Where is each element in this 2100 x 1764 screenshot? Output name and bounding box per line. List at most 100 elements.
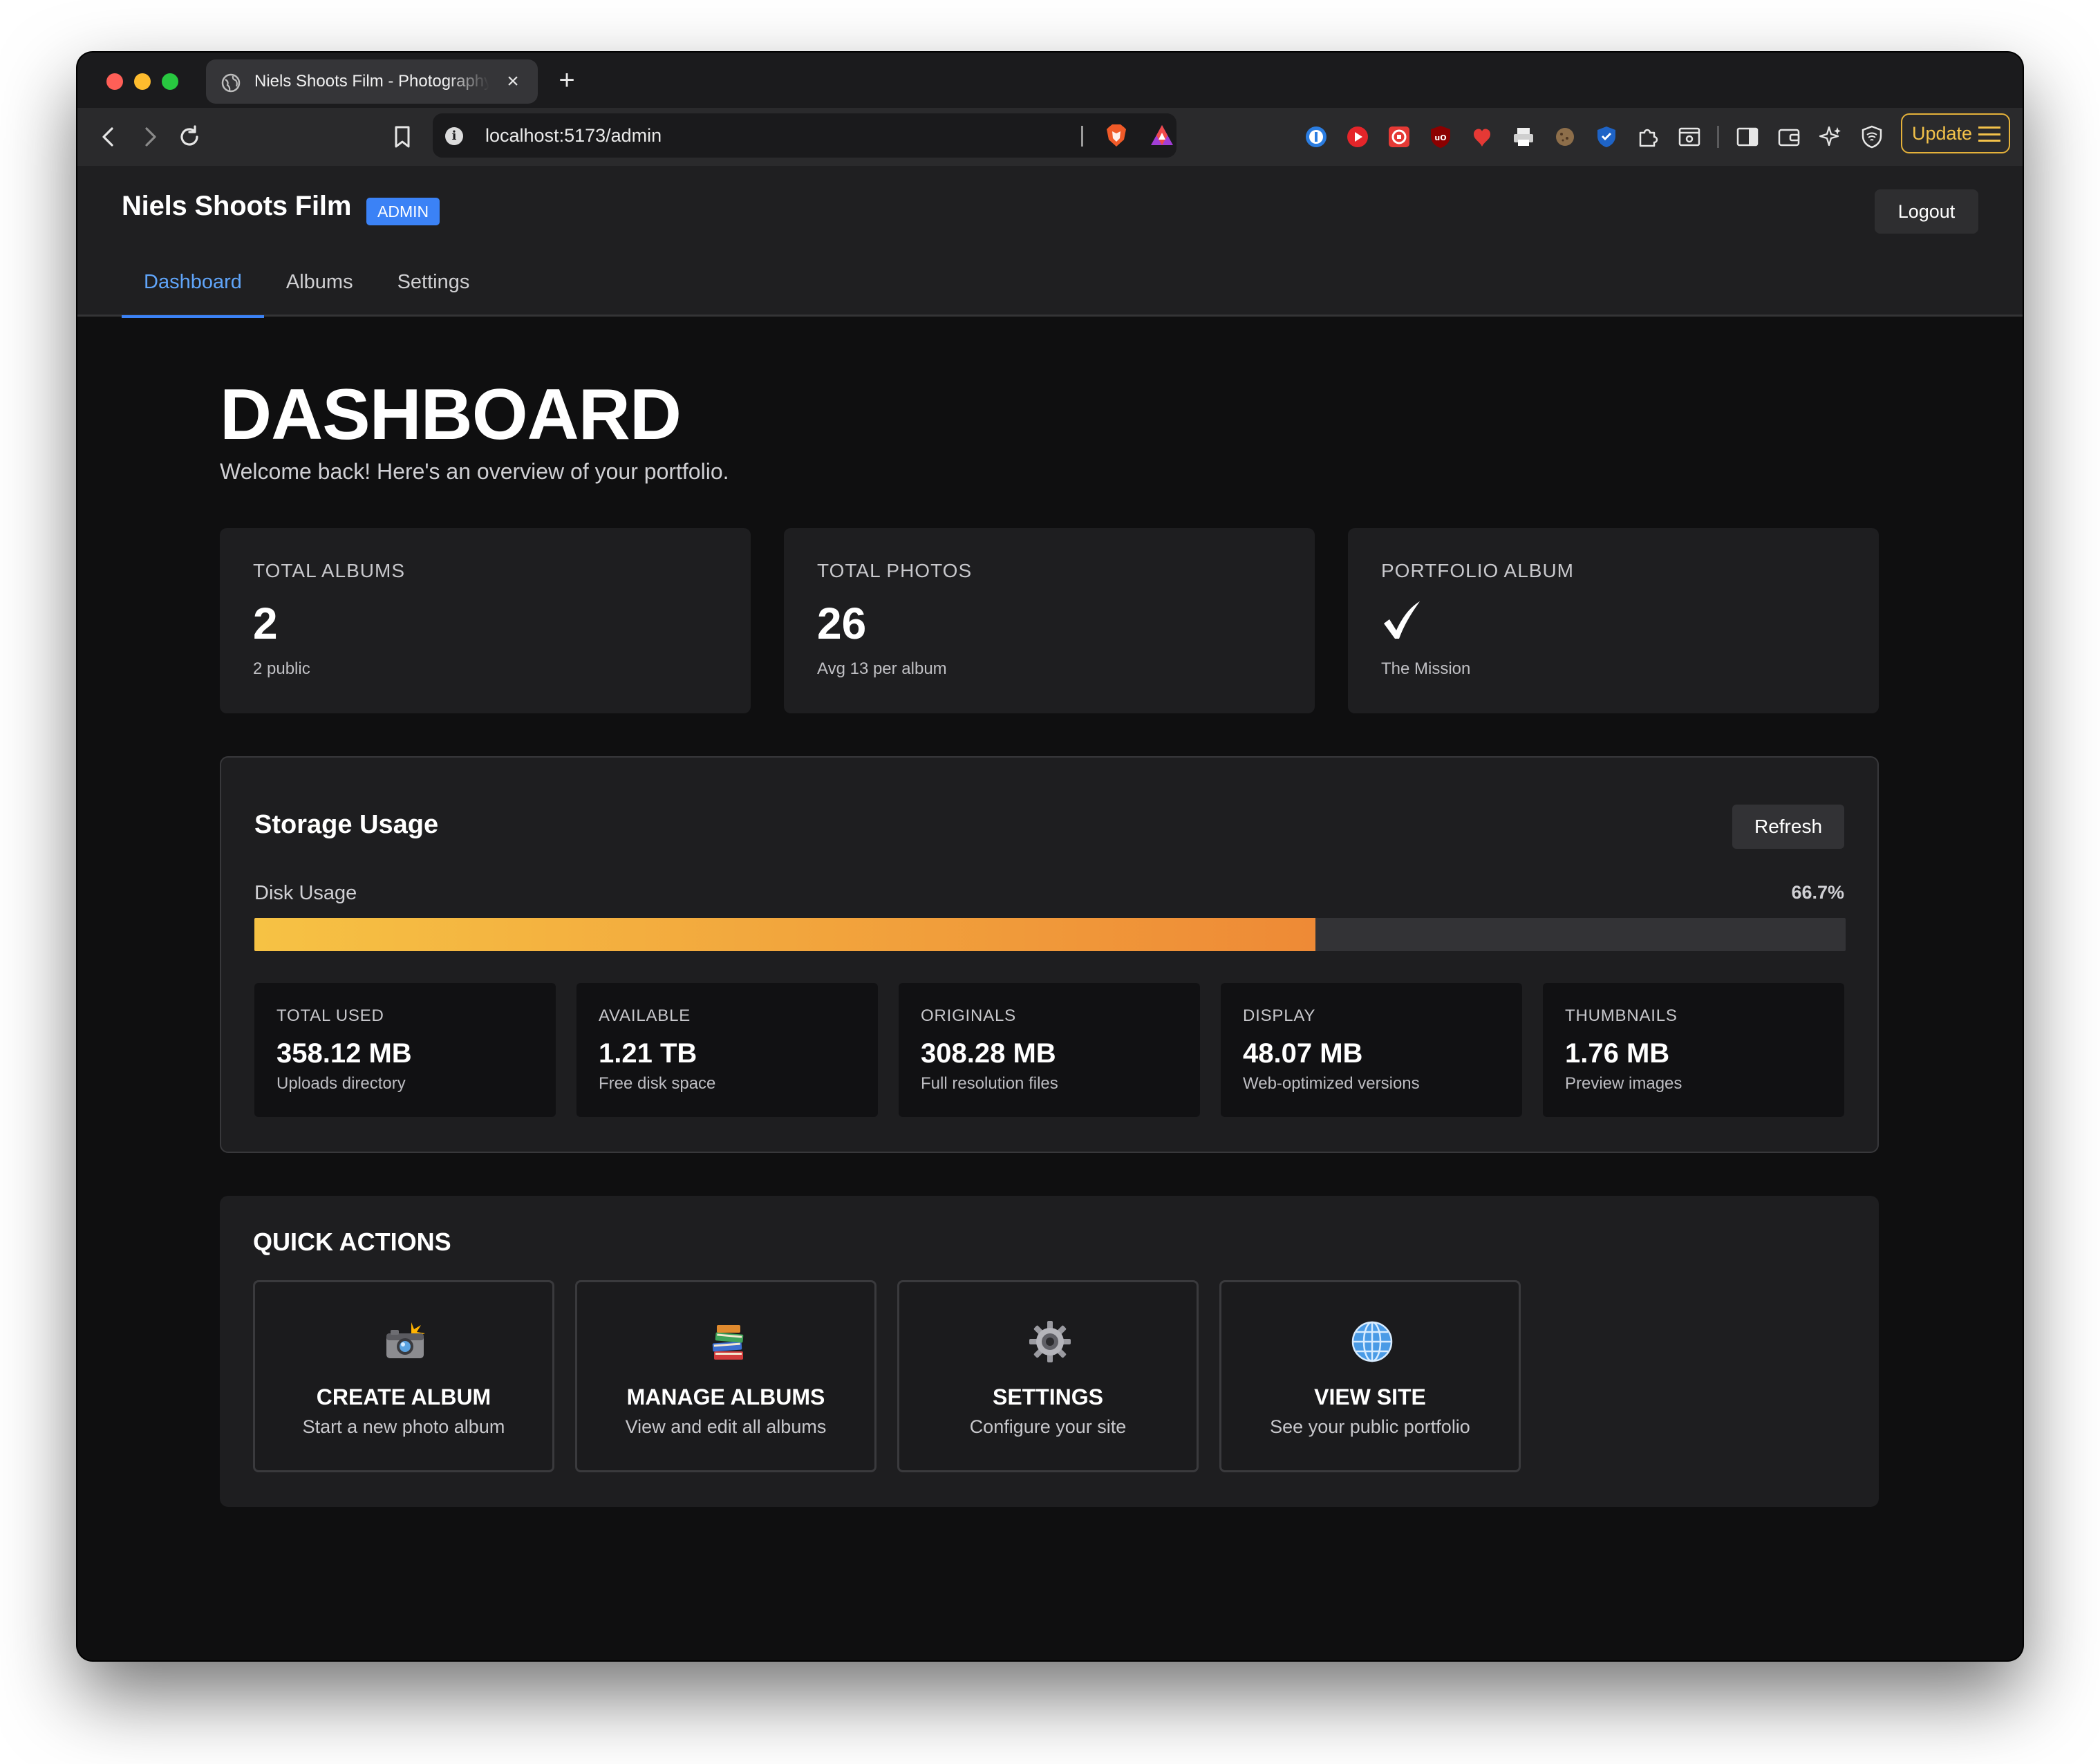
stat-label: PORTFOLIO ALBUM bbox=[1381, 560, 1574, 581]
reader-mode-icon[interactable] bbox=[1677, 124, 1702, 149]
create-album-button[interactable]: CREATE ALBUM Start a new photo album bbox=[253, 1280, 554, 1472]
storage-stat-sub: Full resolution files bbox=[921, 1074, 1058, 1093]
tab-albums[interactable]: Albums bbox=[264, 247, 375, 317]
globe-icon bbox=[1351, 1321, 1393, 1362]
action-title: SETTINGS bbox=[992, 1385, 1103, 1409]
storage-stat-label: AVAILABLE bbox=[599, 1006, 691, 1025]
refresh-button[interactable]: Refresh bbox=[1732, 805, 1844, 849]
browser-tab[interactable]: Niels Shoots Film - Photography × bbox=[206, 59, 538, 104]
close-tab-icon[interactable]: × bbox=[500, 69, 525, 94]
action-title: CREATE ALBUM bbox=[316, 1385, 491, 1409]
stat-label: TOTAL ALBUMS bbox=[253, 560, 405, 581]
admin-nav: Dashboard Albums Settings bbox=[122, 247, 492, 318]
stat-value: 26 bbox=[817, 599, 867, 648]
sidebar-toggle-icon[interactable] bbox=[1735, 124, 1760, 149]
checkmark-icon bbox=[1384, 601, 1420, 639]
ublock-icon[interactable]: uO bbox=[1428, 124, 1453, 149]
admin-badge: ADMIN bbox=[366, 198, 440, 225]
browser-window: Niels Shoots Film - Photography × + i lo… bbox=[77, 53, 2023, 1660]
storage-stat-thumbnails: THUMBNAILS 1.76 MB Preview images bbox=[1543, 983, 1844, 1117]
admin-header: Niels Shoots Film ADMIN Logout Dashboard… bbox=[77, 166, 2023, 318]
storage-stat-value: 358.12 MB bbox=[276, 1038, 412, 1069]
minimize-window-button[interactable] bbox=[134, 73, 151, 90]
ai-assistant-icon[interactable] bbox=[1818, 124, 1843, 149]
storage-stat-sub: Free disk space bbox=[599, 1074, 716, 1093]
disk-usage-percent: 66.7% bbox=[1791, 882, 1844, 903]
url-divider bbox=[1081, 126, 1083, 147]
video-player-icon[interactable] bbox=[1345, 124, 1370, 149]
new-tab-button[interactable]: + bbox=[552, 65, 582, 95]
back-icon[interactable] bbox=[94, 122, 124, 152]
puzzle-extensions-icon[interactable] bbox=[1635, 124, 1660, 149]
shield-extension-icon[interactable] bbox=[1594, 124, 1619, 149]
disk-usage-bar bbox=[254, 918, 1846, 951]
reload-icon[interactable] bbox=[174, 122, 205, 152]
disk-usage-label: Disk Usage bbox=[254, 882, 357, 904]
storage-stat-total-used: TOTAL USED 358.12 MB Uploads directory bbox=[254, 983, 556, 1117]
forward-icon[interactable] bbox=[134, 122, 165, 152]
site-info-icon[interactable]: i bbox=[445, 127, 463, 145]
action-sub: View and edit all albums bbox=[625, 1416, 827, 1437]
storage-stat-value: 308.28 MB bbox=[921, 1038, 1056, 1069]
stat-value: 2 bbox=[253, 599, 278, 648]
stat-card-albums: TOTAL ALBUMS 2 2 public bbox=[220, 528, 751, 713]
browser-toolbar: i localhost:5173/admin uO Update bbox=[77, 108, 2023, 166]
disk-usage-fill bbox=[254, 918, 1316, 951]
action-sub: Configure your site bbox=[969, 1416, 1127, 1437]
storage-stat-available: AVAILABLE 1.21 TB Free disk space bbox=[576, 983, 878, 1117]
manage-albums-button[interactable]: MANAGE ALBUMS View and edit all albums bbox=[575, 1280, 876, 1472]
update-button[interactable]: Update bbox=[1901, 113, 2010, 153]
close-window-button[interactable] bbox=[106, 73, 123, 90]
storage-stat-sub: Preview images bbox=[1565, 1074, 1682, 1093]
settings-button[interactable]: SETTINGS Configure your site bbox=[897, 1280, 1199, 1472]
update-label: Update bbox=[1912, 123, 1973, 144]
svg-text:uO: uO bbox=[1434, 133, 1446, 142]
cookie-extension-icon[interactable] bbox=[1553, 124, 1577, 149]
brave-shields-icon[interactable] bbox=[1105, 123, 1128, 148]
gear-icon bbox=[1029, 1321, 1071, 1362]
stat-card-portfolio: PORTFOLIO ALBUM The Mission bbox=[1348, 528, 1879, 713]
action-title: MANAGE ALBUMS bbox=[626, 1385, 825, 1409]
screenshot-tool-icon[interactable] bbox=[1387, 124, 1412, 149]
brave-rewards-icon[interactable] bbox=[1149, 123, 1175, 148]
stat-sub: 2 public bbox=[253, 659, 310, 678]
toolbar-divider bbox=[1717, 126, 1719, 148]
wallet-icon[interactable] bbox=[1776, 124, 1801, 149]
storage-stat-display: DISPLAY 48.07 MB Web-optimized versions bbox=[1221, 983, 1522, 1117]
site-brand[interactable]: Niels Shoots Film bbox=[122, 191, 351, 222]
bookmark-icon[interactable] bbox=[387, 122, 418, 152]
globe-icon bbox=[221, 73, 241, 93]
page-title: DASHBOARD bbox=[220, 375, 682, 455]
action-sub: See your public portfolio bbox=[1270, 1416, 1470, 1437]
view-site-button[interactable]: VIEW SITE See your public portfolio bbox=[1219, 1280, 1521, 1472]
storage-stat-sub: Uploads directory bbox=[276, 1074, 406, 1093]
books-icon bbox=[712, 1325, 744, 1360]
tab-dashboard[interactable]: Dashboard bbox=[122, 247, 264, 318]
storage-title: Storage Usage bbox=[254, 810, 439, 839]
storage-stat-value: 48.07 MB bbox=[1243, 1038, 1363, 1069]
menu-icon bbox=[1978, 126, 2000, 142]
address-bar[interactable]: i localhost:5173/admin bbox=[433, 113, 1176, 158]
browser-titlebar: Niels Shoots Film - Photography × + bbox=[77, 53, 2023, 108]
printer-extension-icon[interactable] bbox=[1511, 124, 1536, 149]
action-sub: Start a new photo album bbox=[302, 1416, 505, 1437]
storage-stat-label: THUMBNAILS bbox=[1565, 1006, 1678, 1025]
vpn-shield-icon[interactable] bbox=[1859, 124, 1884, 149]
admin-page: Niels Shoots Film ADMIN Logout Dashboard… bbox=[77, 166, 2023, 1660]
password-manager-icon[interactable] bbox=[1304, 124, 1329, 149]
tab-settings[interactable]: Settings bbox=[375, 247, 492, 317]
page-subtitle: Welcome back! Here's an overview of your… bbox=[220, 459, 729, 484]
stat-label: TOTAL PHOTOS bbox=[817, 560, 973, 581]
red-extension-icon[interactable] bbox=[1470, 124, 1494, 149]
storage-stat-label: TOTAL USED bbox=[276, 1006, 384, 1025]
storage-stat-sub: Web-optimized versions bbox=[1243, 1074, 1420, 1093]
tab-title: Niels Shoots Film - Photography bbox=[254, 72, 489, 91]
stat-card-photos: TOTAL PHOTOS 26 Avg 13 per album bbox=[784, 528, 1315, 713]
storage-stat-label: DISPLAY bbox=[1243, 1006, 1316, 1025]
stat-sub: The Mission bbox=[1381, 659, 1471, 678]
maximize-window-button[interactable] bbox=[162, 73, 178, 90]
logout-button[interactable]: Logout bbox=[1875, 189, 1978, 234]
storage-stat-value: 1.21 TB bbox=[599, 1038, 697, 1069]
storage-stat-originals: ORIGINALS 308.28 MB Full resolution file… bbox=[899, 983, 1200, 1117]
url-text[interactable]: localhost:5173/admin bbox=[485, 113, 662, 158]
